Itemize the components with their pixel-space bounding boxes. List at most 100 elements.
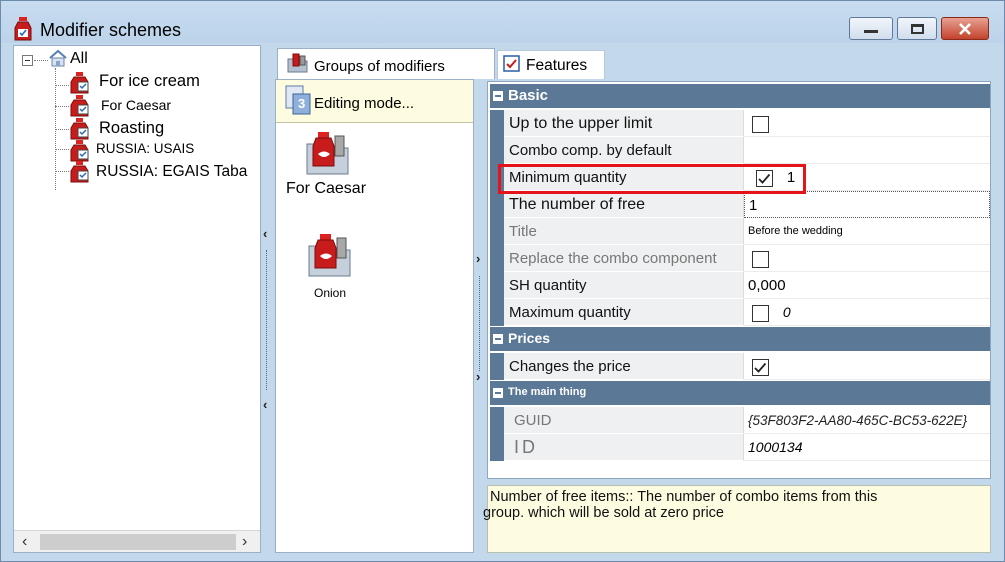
row-gutter bbox=[490, 137, 504, 164]
house-icon bbox=[49, 49, 67, 67]
close-button[interactable] bbox=[941, 17, 989, 40]
tree-item-russia-usais[interactable]: RUSSIA: USAIS bbox=[70, 140, 255, 162]
editing-mode-icon: 3 bbox=[285, 85, 311, 115]
tree-root-toggle[interactable] bbox=[22, 53, 33, 71]
tree-item-russia-egais[interactable]: RUSSIA: EGAIS Taba bbox=[70, 161, 260, 183]
scroll-right-icon[interactable]: › bbox=[242, 533, 247, 551]
editing-mode-label: Editing mode... bbox=[314, 95, 415, 112]
number-free-input[interactable]: 1 bbox=[744, 191, 990, 218]
left-splitter[interactable]: ‹ ‹ bbox=[262, 45, 272, 553]
editing-mode-badge: 3 bbox=[298, 96, 306, 111]
scroll-left-icon[interactable]: ‹ bbox=[22, 533, 27, 551]
expand-right-icon[interactable]: › bbox=[476, 369, 480, 384]
editing-mode-bar[interactable]: 3 Editing mode... bbox=[276, 80, 473, 123]
property-value: {53F803F2-AA80-465C-BC53-622E} bbox=[744, 407, 990, 434]
group-item-for-caesar[interactable]: For Caesar bbox=[284, 130, 394, 202]
group-item-onion[interactable]: Onion bbox=[284, 232, 394, 304]
category-label: Prices bbox=[508, 330, 551, 346]
ketchup-bottle-icon bbox=[14, 17, 32, 41]
scheme-tree[interactable]: All For ice cream For Caesar Roasting RU… bbox=[13, 45, 261, 553]
property-row-number-free[interactable]: The number of free 1 bbox=[490, 191, 990, 218]
collapse-icon[interactable] bbox=[493, 91, 503, 101]
group-item-label: For Caesar bbox=[286, 180, 367, 197]
property-row-changes-price[interactable]: Changes the price bbox=[490, 353, 990, 380]
tree-item-roasting[interactable]: Roasting bbox=[70, 118, 255, 140]
expand-right-icon[interactable]: › bbox=[476, 251, 480, 266]
ketchup-bottle-icon bbox=[70, 72, 89, 94]
property-name: Combo comp. by default bbox=[504, 137, 744, 164]
right-splitter[interactable]: › › bbox=[475, 81, 485, 553]
description-line-1: Number of free items:: The number of com… bbox=[490, 489, 878, 505]
property-value[interactable] bbox=[744, 245, 990, 272]
replace-combo-checkbox[interactable] bbox=[752, 250, 769, 268]
collapse-left-icon[interactable]: ‹ bbox=[263, 397, 267, 412]
row-gutter bbox=[490, 110, 504, 137]
property-name: The number of free bbox=[504, 191, 744, 218]
folder-bottle-icon bbox=[306, 132, 349, 175]
scroll-thumb[interactable] bbox=[40, 534, 236, 550]
row-gutter bbox=[490, 353, 504, 380]
tree-item-for-caesar[interactable]: For Caesar bbox=[70, 95, 255, 117]
ketchup-bottle-icon bbox=[70, 140, 89, 162]
modifier-schemes-window: Modifier schemes All For ice cream For C… bbox=[0, 0, 1005, 562]
restore-button[interactable] bbox=[897, 17, 937, 40]
tree-item-for-ice-cream[interactable]: For ice cream bbox=[70, 72, 255, 94]
row-gutter bbox=[490, 272, 504, 299]
property-row-guid[interactable]: GUID {53F803F2-AA80-465C-BC53-622E} bbox=[490, 407, 990, 434]
tree-connector bbox=[55, 149, 69, 150]
row-gutter bbox=[490, 218, 504, 245]
property-value: Before the wedding bbox=[744, 218, 990, 245]
property-row-max-qty[interactable]: Maximum quantity 0 bbox=[490, 299, 990, 326]
property-value: 1 bbox=[749, 197, 758, 214]
close-icon bbox=[959, 22, 971, 35]
property-value[interactable]: 0 bbox=[744, 299, 990, 326]
tab-label: Features bbox=[526, 57, 588, 74]
minimize-button[interactable] bbox=[849, 17, 893, 40]
modifier-groups-panel: 3 Editing mode... For Caesar Onion bbox=[275, 79, 474, 553]
property-name: ID bbox=[504, 434, 744, 461]
property-description: Number of free items:: The number of com… bbox=[483, 485, 991, 553]
row-gutter bbox=[490, 191, 504, 218]
property-row-combo-default[interactable]: Combo comp. by default bbox=[490, 137, 990, 164]
tree-connector bbox=[34, 60, 48, 61]
max-qty-value: 0 bbox=[782, 304, 791, 320]
property-value[interactable]: 0,000 bbox=[744, 272, 990, 299]
ketchup-bottle-icon bbox=[70, 118, 89, 140]
property-name: Changes the price bbox=[504, 353, 744, 380]
property-row-id[interactable]: ID 1000134 bbox=[490, 434, 990, 461]
collapse-icon[interactable] bbox=[493, 388, 503, 398]
property-row-upper-limit[interactable]: Up to the upper limit bbox=[490, 110, 990, 137]
tree-connector bbox=[55, 171, 69, 172]
folder-icon bbox=[287, 53, 308, 73]
property-grid: Basic Up to the upper limit Combo comp. … bbox=[487, 81, 991, 479]
splitter-grip bbox=[266, 250, 267, 390]
tab-label: Groups of modifiers bbox=[314, 58, 445, 75]
property-value[interactable] bbox=[744, 353, 990, 380]
property-row-title[interactable]: Title Before the wedding bbox=[490, 218, 990, 245]
title-bar: Modifier schemes bbox=[1, 1, 1004, 43]
collapse-icon bbox=[22, 55, 33, 66]
category-basic[interactable]: Basic bbox=[490, 84, 990, 108]
property-name: Replace the combo component bbox=[504, 245, 744, 272]
max-qty-checkbox[interactable] bbox=[752, 304, 769, 322]
property-row-replace-combo[interactable]: Replace the combo component bbox=[490, 245, 990, 272]
changes-price-checkbox[interactable] bbox=[752, 358, 769, 376]
tab-features[interactable]: Features bbox=[497, 50, 605, 79]
property-value[interactable] bbox=[744, 137, 990, 164]
upper-limit-checkbox[interactable] bbox=[752, 115, 769, 133]
category-main-thing[interactable]: The main thing bbox=[490, 381, 990, 405]
property-row-sh-qty[interactable]: SH quantity 0,000 bbox=[490, 272, 990, 299]
tree-item-label: RUSSIA: EGAIS Taba bbox=[96, 163, 248, 180]
property-name: Title bbox=[504, 218, 744, 245]
tree-connector bbox=[55, 106, 69, 107]
property-value[interactable] bbox=[744, 110, 990, 137]
collapse-icon[interactable] bbox=[493, 334, 503, 344]
group-item-label: Onion bbox=[314, 286, 347, 300]
minimize-icon bbox=[864, 30, 878, 33]
collapse-left-icon[interactable]: ‹ bbox=[263, 226, 267, 241]
row-gutter bbox=[490, 299, 504, 326]
tab-groups-of-modifiers[interactable]: Groups of modifiers bbox=[277, 48, 495, 79]
horizontal-scrollbar[interactable]: ‹ › bbox=[14, 530, 260, 552]
tree-connector bbox=[55, 85, 69, 86]
category-prices[interactable]: Prices bbox=[490, 327, 990, 351]
